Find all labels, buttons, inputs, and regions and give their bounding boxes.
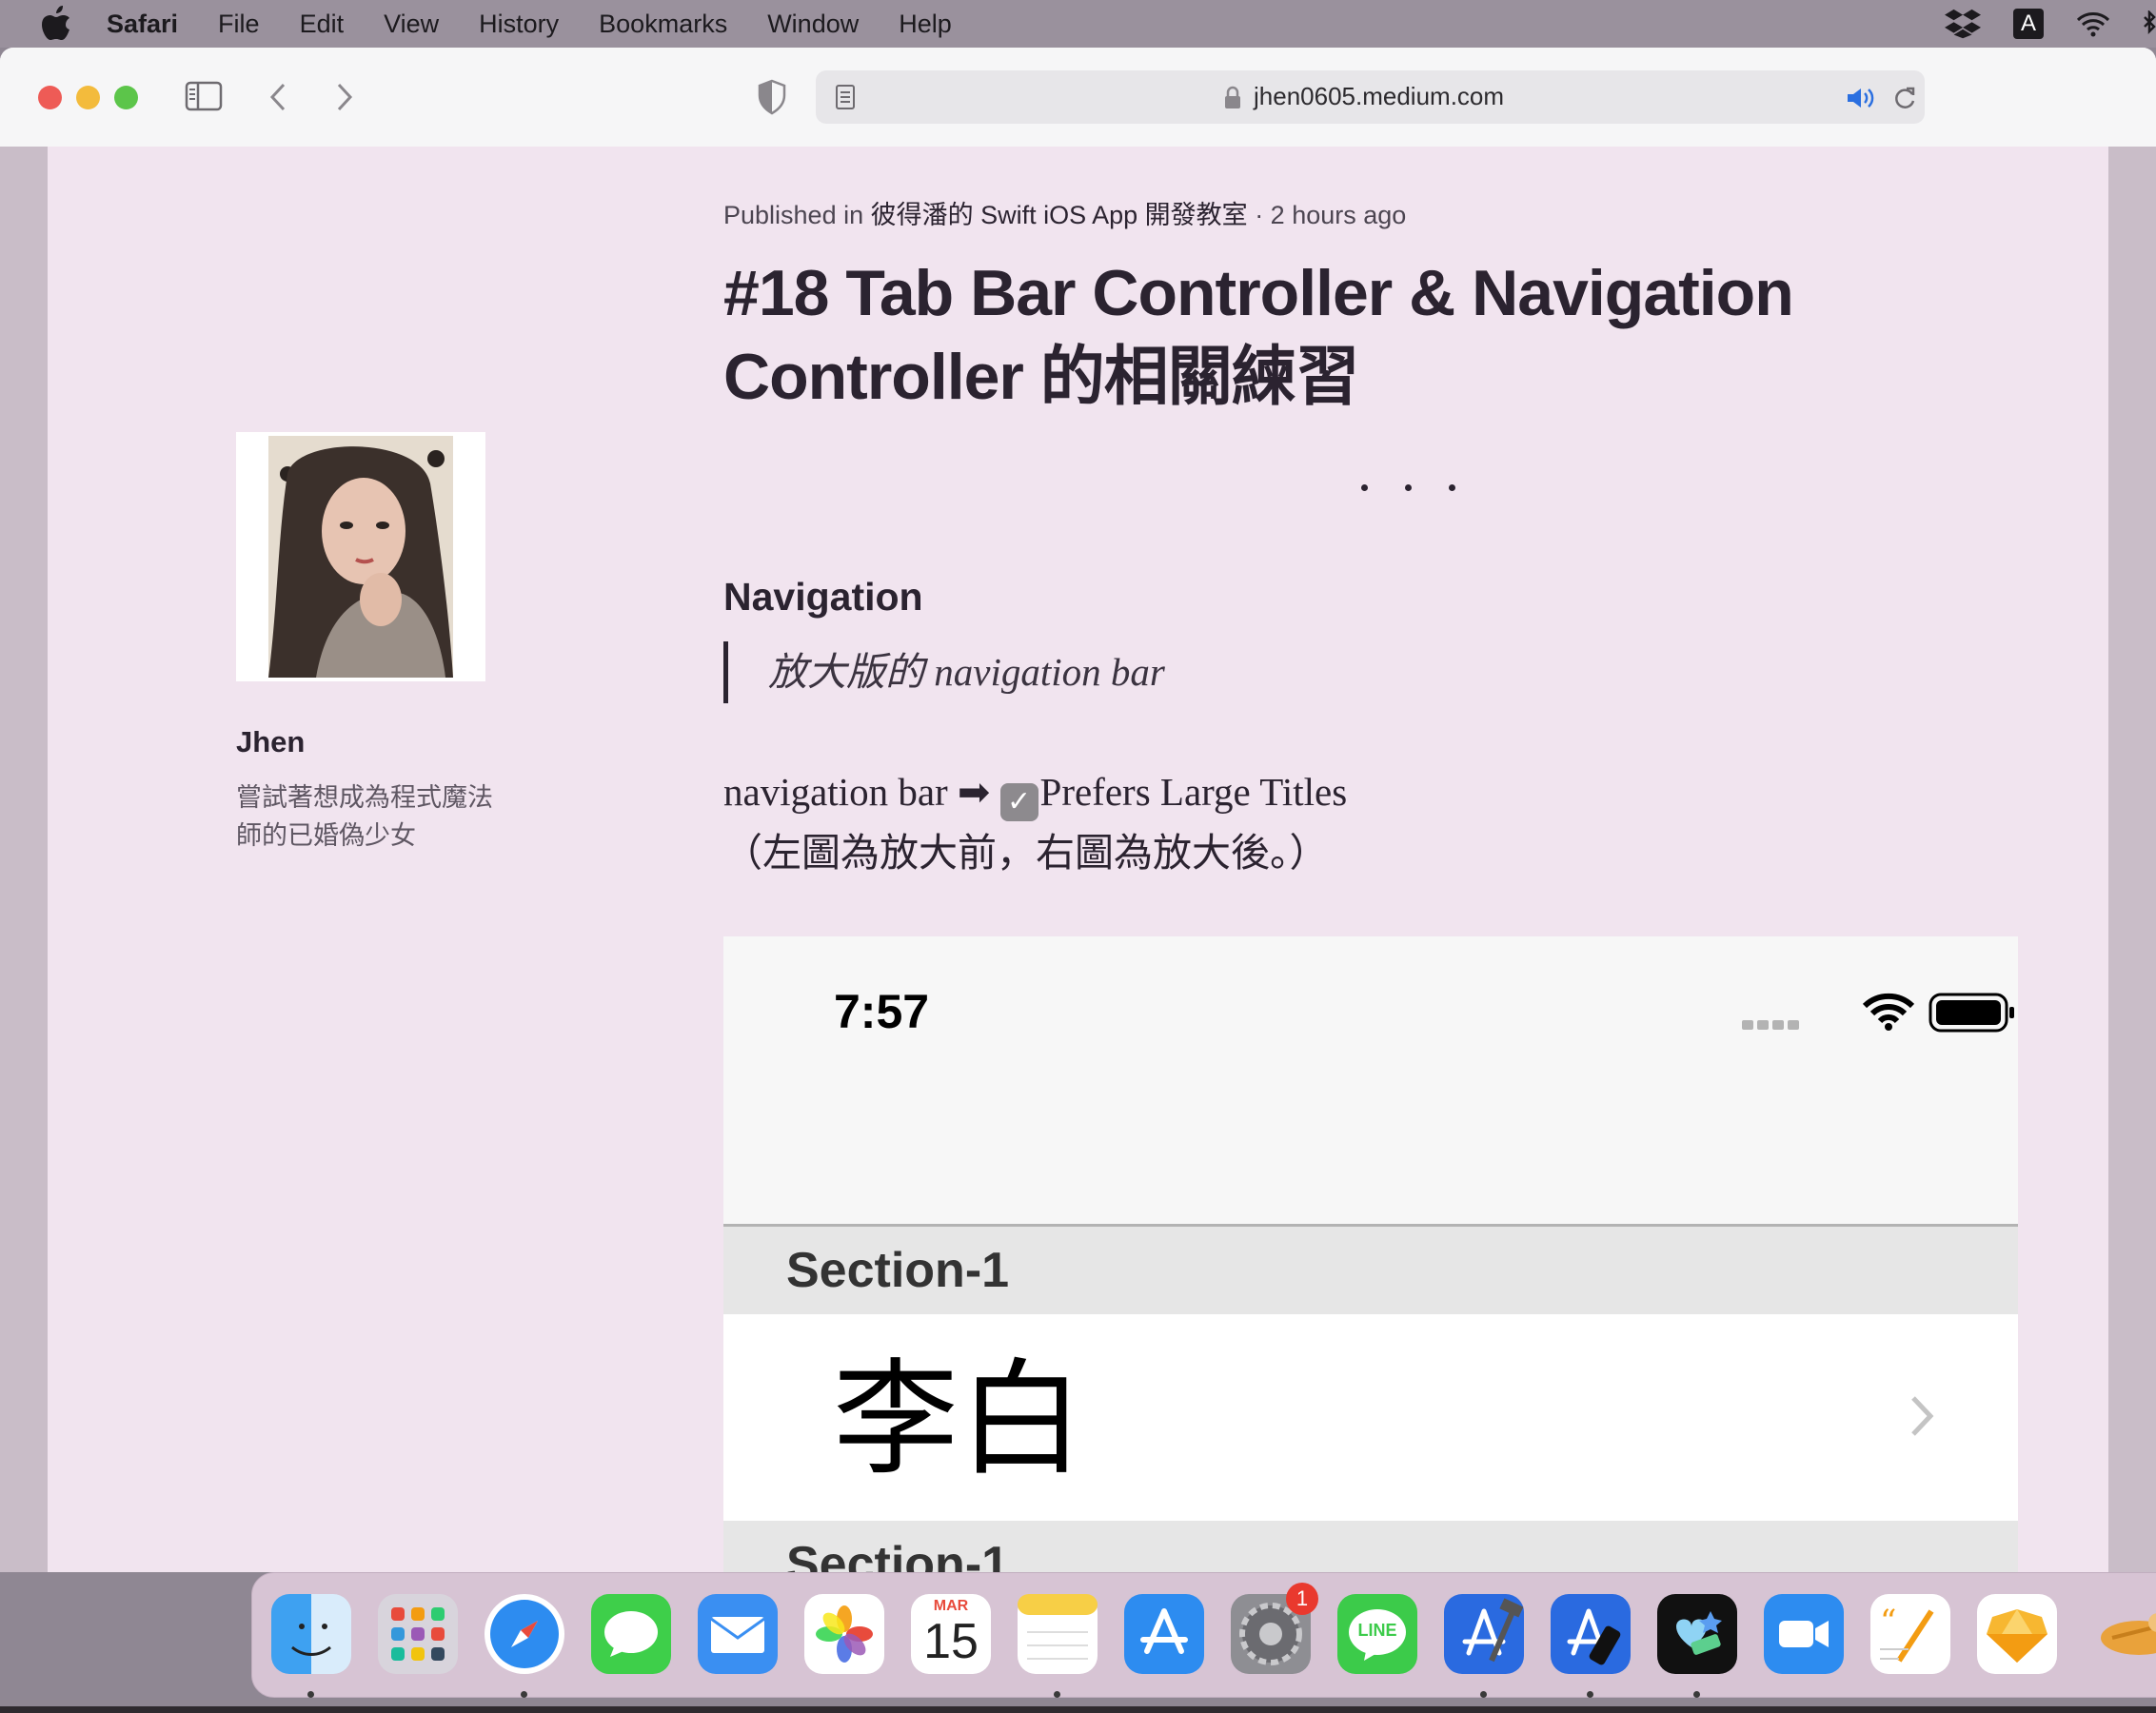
window-left-margin <box>0 147 48 1572</box>
article-title: #18 Tab Bar Controller & Navigation Cont… <box>723 257 1794 413</box>
beta-app-icon[interactable] <box>1551 1594 1631 1674</box>
notes-app-icon[interactable] <box>1018 1594 1098 1674</box>
running-indicator <box>521 1691 527 1698</box>
launchpad-app-icon[interactable] <box>378 1594 458 1674</box>
finder-app-icon[interactable] <box>271 1594 351 1674</box>
running-indicator <box>1054 1691 1060 1698</box>
section-separator <box>1361 484 1493 491</box>
cellular-signal-icon <box>1742 1020 1799 1030</box>
dark-app-icon[interactable] <box>1657 1594 1737 1674</box>
reload-icon[interactable] <box>1891 84 1918 112</box>
separator-dot <box>1405 484 1412 491</box>
screen-bottom-edge <box>0 1706 2156 1713</box>
post-time: · 2 hours ago <box>1247 201 1407 229</box>
table-section-header: Section-1 <box>723 1521 2018 1572</box>
privacy-shield-icon[interactable] <box>757 79 787 115</box>
author-bio: 嘗試著想成為程式魔法師的已婚偽少女 <box>236 783 493 850</box>
partial-app-icon[interactable] <box>2084 1594 2156 1674</box>
menu-window[interactable]: Window <box>767 10 859 39</box>
xcode-beta-app-icon[interactable] <box>1444 1594 1524 1674</box>
section-heading: Navigation <box>723 575 923 619</box>
menu-file[interactable]: File <box>218 10 260 39</box>
svg-text:“: “ <box>1880 1603 1896 1641</box>
bluetooth-icon[interactable] <box>2143 10 2156 37</box>
published-prefix: Published in <box>723 201 871 229</box>
table-row-title: 李白 <box>833 1349 1084 1489</box>
lock-icon <box>1225 86 1240 108</box>
author-name[interactable]: Jhen <box>236 725 305 759</box>
paragraph-note: （左圖為放大前，右圖為放大後。） <box>723 831 1329 875</box>
mail-app-icon[interactable] <box>698 1594 778 1674</box>
running-indicator <box>307 1691 314 1698</box>
menu-edit[interactable]: Edit <box>300 10 345 39</box>
running-indicator <box>1587 1691 1593 1698</box>
publication-link[interactable]: 彼得潘的 Swift iOS App 開發教室 <box>871 201 1248 229</box>
wifi-icon[interactable] <box>2076 10 2110 37</box>
publication-line: Published in 彼得潘的 Swift iOS App 開發教室 · 2… <box>723 194 1406 231</box>
calendar-app-icon[interactable]: MAR 15 <box>911 1594 991 1674</box>
line-label: LINE <box>1357 1621 1397 1640</box>
fullscreen-window-button[interactable] <box>114 86 138 109</box>
section-header-label: Section-1 <box>786 1537 1010 1572</box>
phone-battery-icon <box>1929 993 2014 1033</box>
menu-bar: Safari File Edit View History Bookmarks … <box>0 0 2156 48</box>
paragraph-prefix: navigation bar ➡ <box>723 770 1000 814</box>
dropbox-icon[interactable] <box>1945 8 1981 40</box>
menu-safari[interactable]: Safari <box>107 10 178 39</box>
forward-chevron-icon[interactable] <box>335 82 354 112</box>
sidebar-toggle-icon[interactable] <box>185 80 223 112</box>
menu-history[interactable]: History <box>479 10 559 39</box>
separator-dot <box>1361 484 1368 491</box>
phone-time: 7:57 <box>834 985 930 1038</box>
menu-help[interactable]: Help <box>899 10 952 39</box>
calendar-day: 15 <box>923 1614 979 1669</box>
notification-badge: 1 <box>1286 1583 1318 1615</box>
apple-menu-icon[interactable] <box>40 6 72 42</box>
url-text: jhen0605.medium.com <box>1254 82 1505 110</box>
safari-app-icon[interactable] <box>485 1594 564 1674</box>
web-page: Jhen 嘗試著想成為程式魔法師的已婚偽少女 Published in 彼得潘的… <box>48 147 2108 1572</box>
reader-view-icon[interactable] <box>835 84 856 110</box>
safari-window: jhen0605.medium.com Jhen 嘗試著想成為程式魔法師的已婚偽… <box>0 48 2156 1572</box>
back-chevron-icon[interactable] <box>268 82 287 112</box>
disclosure-chevron-icon <box>1911 1396 1934 1436</box>
separator-dot <box>1449 484 1455 491</box>
table-section-header: Section-1 <box>723 1227 2018 1314</box>
menu-view[interactable]: View <box>384 10 439 39</box>
portrait-illustration <box>268 436 453 678</box>
article-paragraph: navigation bar ➡ ✓ Prefers Large Titles （… <box>723 761 1961 883</box>
phone-wifi-icon <box>1862 993 1915 1031</box>
system-preferences-app-icon[interactable]: 1 <box>1231 1583 1318 1674</box>
dock: MAR 15 1 LINE “ <box>251 1572 2156 1698</box>
section-header-label: Section-1 <box>786 1243 1010 1298</box>
close-window-button[interactable] <box>38 86 62 109</box>
article-image[interactable]: 7:57 Section-1 李白 Section-1 <box>723 936 2018 1572</box>
messages-app-icon[interactable] <box>591 1594 671 1674</box>
paragraph-option: Prefers Large Titles <box>1039 770 1348 814</box>
block-quote: 放大版的 navigation bar <box>723 641 1165 703</box>
photos-app-icon[interactable] <box>804 1594 884 1674</box>
table-row: 李白 <box>723 1314 2018 1521</box>
minimize-window-button[interactable] <box>76 86 100 109</box>
audio-playing-icon[interactable] <box>1846 86 1876 110</box>
author-photo <box>268 436 453 678</box>
running-indicator <box>1480 1691 1487 1698</box>
window-right-margin <box>2108 147 2156 1572</box>
phone-status-bar: 7:57 <box>723 936 2018 1227</box>
line-app-icon[interactable]: LINE <box>1337 1594 1417 1674</box>
running-indicator <box>1693 1691 1700 1698</box>
address-bar[interactable]: jhen0605.medium.com <box>816 70 1925 124</box>
menu-bookmarks[interactable]: Bookmarks <box>599 10 727 39</box>
sketch-app-icon[interactable] <box>1977 1594 2057 1674</box>
app-store-app-icon[interactable] <box>1124 1594 1204 1674</box>
pages-app-icon[interactable]: “ <box>1870 1594 1950 1674</box>
zoom-app-icon[interactable] <box>1764 1594 1844 1674</box>
author-avatar[interactable] <box>236 432 485 681</box>
checkbox-icon: ✓ <box>999 783 1038 821</box>
input-source-icon[interactable]: A <box>2013 9 2044 39</box>
safari-toolbar: jhen0605.medium.com <box>0 48 2156 148</box>
